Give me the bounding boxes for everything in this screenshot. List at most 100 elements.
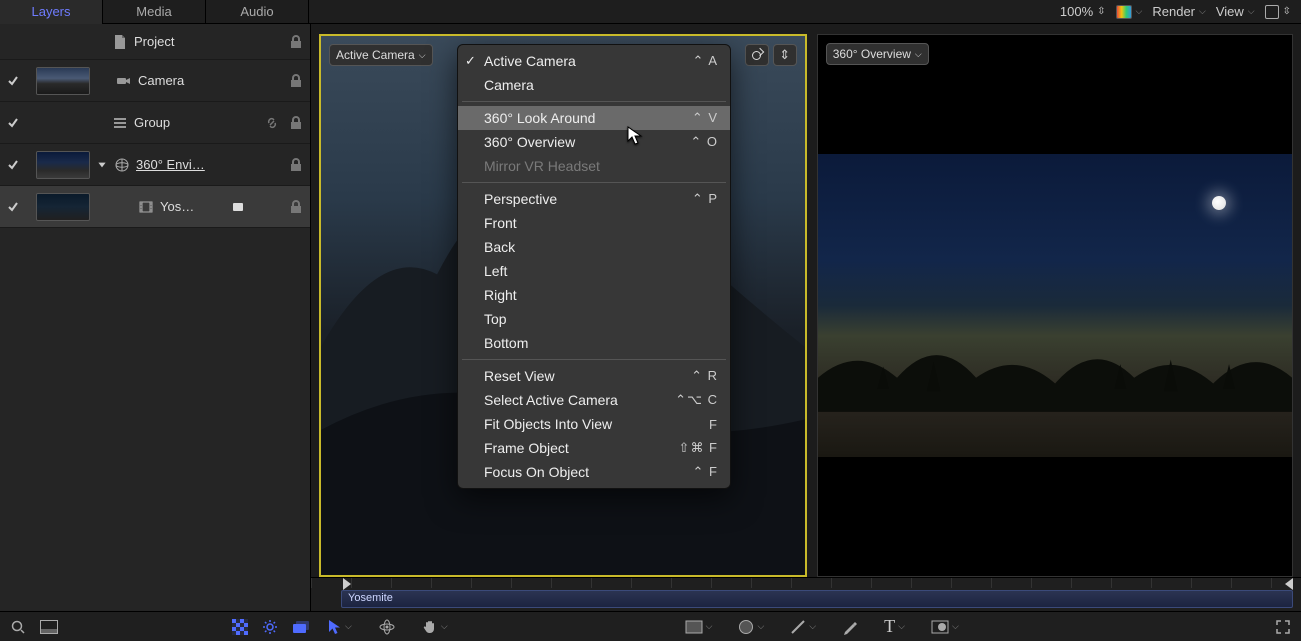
stack-icon[interactable] <box>292 620 310 634</box>
zoom-dropdown[interactable]: 100% ⇳ <box>1060 4 1106 19</box>
view-dropdown[interactable]: View ⌵ <box>1216 4 1255 19</box>
visibility-checkbox[interactable] <box>6 35 20 49</box>
viewport-primary[interactable]: Active Camera ⌵ ⇕ ✓ Active Camera ⌃ A <box>319 34 807 577</box>
rectangle-tool[interactable]: ⌵ <box>685 620 713 634</box>
menu-separator <box>462 182 726 183</box>
group-icon <box>112 115 128 131</box>
view-label: View <box>1216 4 1244 19</box>
clip-indicator-icon <box>230 199 246 215</box>
menu-item-perspective[interactable]: Perspective ⌃ P <box>458 187 730 211</box>
chevron-down-icon: ⌵ <box>757 621 764 632</box>
text-tool[interactable]: T ⌵ <box>884 616 905 637</box>
chevron-down-icon: ⌵ <box>1248 6 1255 17</box>
layout-dropdown[interactable]: ⇳ <box>1265 5 1291 19</box>
menu-item-front[interactable]: Front <box>458 211 730 235</box>
layer-row-group[interactable]: Group <box>0 102 310 144</box>
menu-shortcut: ⇧⌘ F <box>679 440 718 456</box>
film-clip-icon <box>138 199 154 215</box>
menu-item-label: Perspective <box>484 191 557 207</box>
pen-tool[interactable] <box>842 619 858 635</box>
tab-audio[interactable]: Audio <box>206 0 309 24</box>
chevron-down-icon: ⌵ <box>419 50 426 61</box>
camera-select-label: Active Camera <box>336 48 415 62</box>
menu-item-active-camera[interactable]: ✓ Active Camera ⌃ A <box>458 49 730 73</box>
lock-icon[interactable] <box>288 157 304 173</box>
visibility-checkbox[interactable] <box>6 74 20 88</box>
layer-row-project[interactable]: Project <box>0 24 310 60</box>
visibility-checkbox[interactable] <box>6 158 20 172</box>
layer-label: Project <box>134 34 282 49</box>
tab-layers[interactable]: Layers <box>0 0 103 24</box>
menu-item-camera[interactable]: Camera <box>458 73 730 97</box>
menu-item-frame-object[interactable]: Frame Object ⇧⌘ F <box>458 436 730 460</box>
layer-row-clip[interactable]: Yos… <box>0 186 310 228</box>
visibility-checkbox[interactable] <box>6 200 20 214</box>
menu-item-back[interactable]: Back <box>458 235 730 259</box>
menu-item-label: Focus On Object <box>484 464 589 480</box>
menu-item-left[interactable]: Left <box>458 259 730 283</box>
menu-item-360-overview[interactable]: 360° Overview ⌃ O <box>458 130 730 154</box>
top-tabbar: Layers Media Audio 100% ⇳ ⌵ Render ⌵ Vie… <box>0 0 1301 24</box>
mask-tool[interactable]: ⌵ <box>931 620 959 634</box>
camera-select-label: 360° Overview <box>833 47 911 61</box>
layer-row-camera[interactable]: Camera <box>0 60 310 102</box>
chevron-down-icon: ⌵ <box>1199 6 1206 17</box>
in-point-icon[interactable] <box>341 578 353 590</box>
chevron-down-icon: ⌵ <box>898 621 905 632</box>
lock-icon[interactable] <box>288 199 304 215</box>
lock-icon[interactable] <box>288 34 304 50</box>
camera-select-dropdown[interactable]: Active Camera ⌵ <box>329 44 433 66</box>
timeline-clip-label: Yosemite <box>348 592 393 604</box>
layer-row-environment[interactable]: 360° Envi… <box>0 144 310 186</box>
lock-icon[interactable] <box>288 73 304 89</box>
gear-icon[interactable] <box>262 619 278 635</box>
menu-item-reset-view[interactable]: Reset View ⌃ R <box>458 364 730 388</box>
menu-item-right[interactable]: Right <box>458 283 730 307</box>
checker-icon[interactable] <box>232 619 248 635</box>
viewport-expand-button[interactable]: ⇕ <box>773 44 797 66</box>
updown-icon: ⇳ <box>1283 8 1291 16</box>
chevron-down-icon: ⌵ <box>1136 6 1143 17</box>
tab-media[interactable]: Media <box>103 0 206 24</box>
visibility-checkbox[interactable] <box>6 116 20 130</box>
menu-separator <box>462 101 726 102</box>
disclosure-triangle-icon[interactable] <box>96 157 108 173</box>
mini-timeline[interactable]: Yosemite <box>311 577 1301 611</box>
color-channels-dropdown[interactable]: ⌵ <box>1116 5 1143 19</box>
link-icon[interactable] <box>264 115 280 131</box>
viewport-secondary[interactable]: 360° Overview ⌵ <box>817 34 1293 577</box>
menu-item-bottom[interactable]: Bottom <box>458 331 730 355</box>
fullscreen-icon[interactable] <box>1275 619 1291 635</box>
timeline-clip[interactable]: Yosemite <box>341 590 1293 608</box>
menu-item-fit-objects[interactable]: Fit Objects Into View F <box>458 412 730 436</box>
menu-item-focus-object[interactable]: Focus On Object ⌃ F <box>458 460 730 484</box>
menu-item-label: Top <box>484 311 507 327</box>
line-tool[interactable]: ⌵ <box>790 619 816 635</box>
camera-select-dropdown[interactable]: 360° Overview ⌵ <box>826 43 929 65</box>
panorama-preview <box>818 154 1292 457</box>
camera-icon <box>116 73 132 89</box>
updown-icon: ⇳ <box>1097 8 1105 16</box>
out-point-icon[interactable] <box>1283 578 1295 590</box>
layer-thumbnail <box>36 67 90 95</box>
hand-tool[interactable]: ⌵ <box>422 619 448 635</box>
lock-icon[interactable] <box>288 115 304 131</box>
zoom-label: 100% <box>1060 4 1093 19</box>
menu-item-select-active-camera[interactable]: Select Active Camera ⌃⌥ C <box>458 388 730 412</box>
viewport-record-button[interactable] <box>745 44 769 66</box>
environment-360-icon <box>114 157 130 173</box>
render-dropdown[interactable]: Render ⌵ <box>1152 4 1205 19</box>
select-tool[interactable]: ⌵ <box>328 619 352 635</box>
menu-item-label: 360° Overview <box>484 134 575 150</box>
timeline-ruler <box>311 578 1301 588</box>
search-icon[interactable] <box>10 619 26 635</box>
menu-item-top[interactable]: Top <box>458 307 730 331</box>
menu-separator <box>462 359 726 360</box>
menu-shortcut: ⌃⌥ C <box>675 392 718 408</box>
orbit-tool[interactable] <box>378 618 396 636</box>
panel-layout-icon[interactable] <box>40 620 58 634</box>
menu-shortcut: ⌃ O <box>690 134 718 150</box>
project-icon <box>112 34 128 50</box>
circle-tool[interactable]: ⌵ <box>738 619 764 635</box>
menu-item-360-look-around[interactable]: 360° Look Around ⌃ V <box>458 106 730 130</box>
